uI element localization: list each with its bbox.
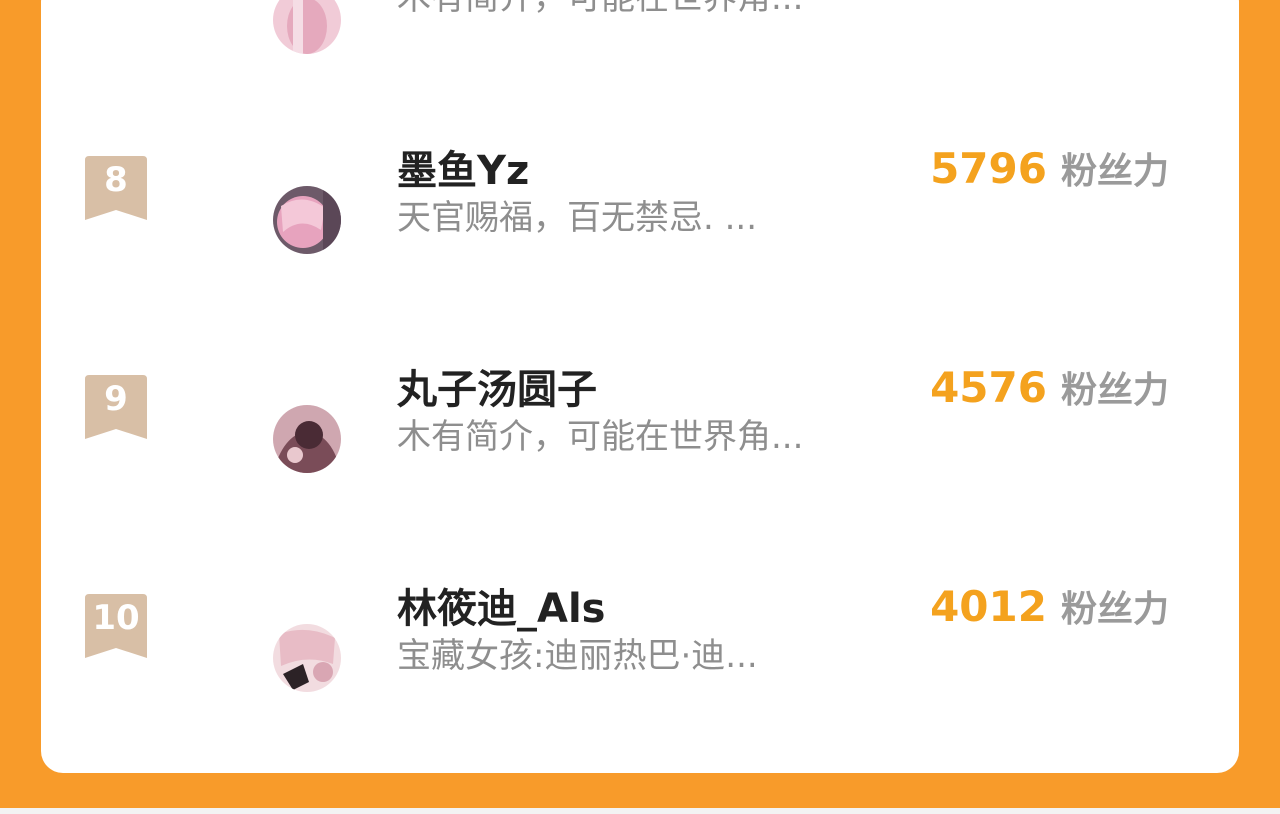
user-intro: 宝藏女孩:迪丽热巴·迪...: [397, 636, 758, 676]
rank-badge: 8: [85, 156, 147, 220]
fan-power-unit: 粉丝力: [1060, 589, 1169, 630]
user-name[interactable]: 丸子汤圆子: [397, 365, 597, 415]
ranking-row[interactable]: 10 林筱迪_Als 宝藏女孩:迪丽热巴·迪... 4012 粉丝力: [41, 582, 1239, 734]
user-name[interactable]: 林筱迪_Als: [397, 584, 605, 634]
avatar[interactable]: [273, 0, 341, 54]
avatar[interactable]: [273, 405, 341, 473]
ranking-card: 木有简介，可能在世界角... 8 墨鱼Yz 天官赐福，百无禁忌. ... 579…: [41, 0, 1239, 773]
fan-power-score: 4012: [930, 582, 1047, 631]
rank-badge: 9: [85, 375, 147, 439]
fan-power-stat: 5796 粉丝力: [930, 143, 1169, 204]
fan-power-stat: 4012 粉丝力: [930, 581, 1169, 642]
fan-power-unit: 粉丝力: [1060, 151, 1169, 192]
rank-number: 10: [92, 598, 140, 638]
fan-power-score: 4576: [930, 363, 1047, 412]
user-intro: 天官赐福，百无禁忌. ...: [397, 198, 758, 238]
avatar[interactable]: [273, 624, 341, 692]
ranking-row[interactable]: 8 墨鱼Yz 天官赐福，百无禁忌. ... 5796 粉丝力: [41, 144, 1239, 296]
avatar[interactable]: [273, 186, 341, 254]
user-intro: 木有简介，可能在世界角...: [397, 0, 803, 20]
fan-power-unit: 粉丝力: [1060, 370, 1169, 411]
user-intro: 木有简介，可能在世界角...: [397, 417, 804, 457]
fan-power-score: 5796: [930, 144, 1047, 193]
ranking-row-partial[interactable]: 木有简介，可能在世界角...: [41, 0, 1239, 54]
user-name[interactable]: 墨鱼Yz: [397, 146, 529, 196]
fan-power-stat: 4576 粉丝力: [930, 362, 1169, 423]
bottom-strip: [0, 808, 1280, 814]
rank-number: 8: [104, 160, 128, 200]
ranking-row[interactable]: 9 丸子汤圆子 木有简介，可能在世界角... 4576 粉丝力: [41, 363, 1239, 515]
rank-badge: 10: [85, 594, 147, 658]
rank-number: 9: [104, 379, 128, 419]
